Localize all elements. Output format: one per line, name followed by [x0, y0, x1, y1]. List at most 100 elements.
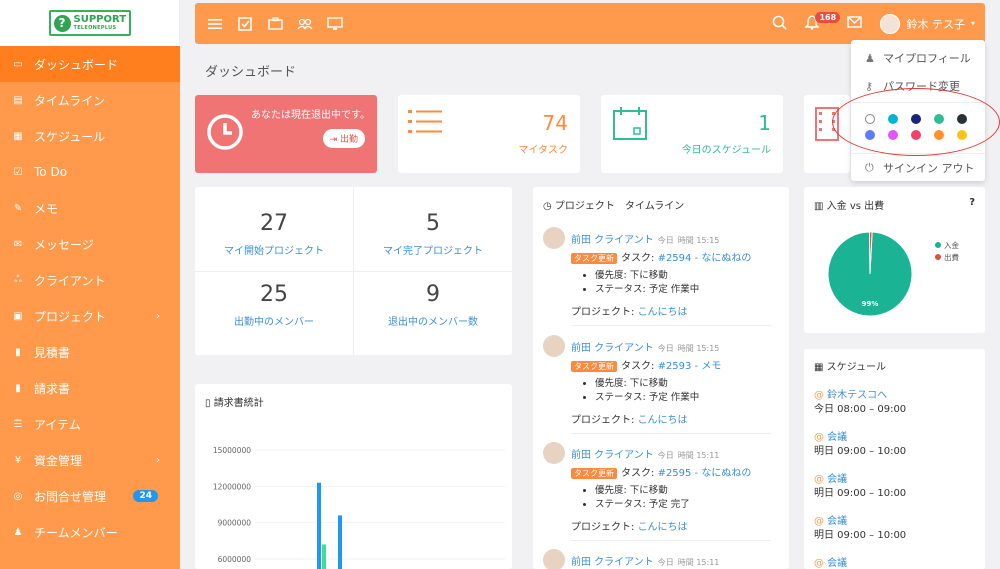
- checkbox-icon[interactable]: [235, 14, 255, 34]
- change-list: 優先度: 下に移動ステータス: 予定 作業中: [595, 269, 699, 297]
- envelope-icon: ✉: [13, 238, 23, 250]
- bar-chart-icon: ▥: [814, 201, 827, 212]
- yen-icon: ¥: [14, 454, 22, 466]
- status-change: ステータス: 予定 完了: [595, 498, 690, 512]
- my-tasks-card[interactable]: 74 マイタスク: [398, 95, 580, 173]
- project-prefix: プロジェクト:: [571, 415, 638, 426]
- schedule-item[interactable]: @ 会議: [814, 557, 847, 569]
- today-schedule-card[interactable]: 1 今日のスケジュール: [601, 95, 783, 173]
- sidebar-item-2[interactable]: ▦ スケジュール: [0, 118, 180, 154]
- power-icon: ⏻: [865, 161, 874, 174]
- timeline-task: タスク更新 タスク: #2594 - なにぬねの: [571, 249, 751, 264]
- pie-percent-label: 99%: [862, 300, 879, 308]
- users-icon: ஃ: [14, 274, 22, 285]
- project-prefix: プロジェクト:: [571, 307, 638, 318]
- sidebar: ? SUPPORT TELEONEPLUS ▭ ダッシュボード ▤ タイムライン ▦ スケ…: [0, 0, 180, 569]
- sidebar-item-5[interactable]: ✉ メッセージ: [0, 226, 180, 262]
- timeline-icon: ▤: [13, 94, 23, 106]
- user-menu[interactable]: 鈴木 テス子 ▾: [880, 13, 975, 34]
- search-icon[interactable]: [772, 15, 788, 33]
- list-icon: [408, 110, 442, 133]
- users-icon[interactable]: [295, 14, 315, 34]
- sidebar-item-13[interactable]: ♟ チームメンバー: [0, 514, 180, 550]
- sidebar-item-label: ダッシュボード: [34, 57, 119, 72]
- sidebar-item-label: チームメンバー: [34, 525, 118, 540]
- sidebar-item-label: タイムライン: [34, 93, 106, 108]
- task-link[interactable]: #2593 - メモ: [658, 361, 722, 372]
- avatar: [543, 549, 565, 569]
- today-schedule-label: 今日のスケジュール: [681, 145, 771, 156]
- project-link[interactable]: こんにちは: [638, 415, 688, 426]
- clock-in-button[interactable]: ⇥ 出勤: [322, 129, 365, 148]
- avatar: [880, 13, 901, 34]
- entry-day: 今日: [657, 344, 674, 353]
- project-link[interactable]: こんにちは: [638, 522, 688, 533]
- sidebar-item-label: To Do: [34, 165, 68, 179]
- schedule-item[interactable]: @ 会議 明日 09:00 – 10:00: [814, 473, 906, 501]
- task-link[interactable]: #2594 - なにぬねの: [658, 253, 752, 264]
- sidebar-item-9[interactable]: ▮ 請求書: [0, 370, 180, 406]
- y-tick-label: 15000000: [213, 446, 251, 455]
- sidebar-item-3[interactable]: ☑ To Do: [0, 154, 180, 190]
- at-sign: @: [814, 390, 824, 401]
- bar: [338, 515, 342, 569]
- sign-out-item[interactable]: ⏻ サインイン アウト: [865, 160, 975, 176]
- sign-out-label: サインイン アウト: [883, 162, 975, 175]
- income-expense-card: ▥ 入金 vs 出費 ? 99% 入金 出費: [804, 187, 985, 333]
- entry-time: 時間 15:11: [677, 451, 720, 460]
- at-sign: @: [814, 432, 824, 443]
- stat-label: マイ完了プロジェクト: [383, 246, 483, 257]
- sidebar-item-10[interactable]: ☰ アイテム: [0, 406, 180, 442]
- sidebar-item-7[interactable]: ▣ プロジェクト ›: [0, 298, 180, 334]
- status-change: ステータス: 予定 作業中: [595, 283, 699, 297]
- entry-day: 今日: [657, 236, 674, 245]
- sidebar-item-8[interactable]: ▮ 見積書: [0, 334, 180, 370]
- change-list: 優先度: 下に移動ステータス: 予定 完了: [595, 484, 690, 512]
- members-in[interactable]: 25 出勤中のメンバー: [195, 272, 353, 356]
- status-change: ステータス: 予定 作業中: [595, 391, 699, 405]
- completed-projects[interactable]: 5 マイ完了プロジェクト: [354, 187, 512, 271]
- sidebar-item-4[interactable]: ✎ メモ: [0, 190, 180, 226]
- my-profile-item[interactable]: ♟ マイプロフィール: [865, 50, 971, 66]
- sidebar-item-1[interactable]: ▤ タイムライン: [0, 82, 180, 118]
- started-projects[interactable]: 27 マイ開始プロジェクト: [195, 187, 353, 271]
- menu-icon[interactable]: [205, 14, 225, 34]
- timeline-author[interactable]: 前田 クライアント 今日 時間 15:11: [571, 553, 719, 568]
- monitor-icon[interactable]: [325, 14, 345, 34]
- project-link[interactable]: こんにちは: [638, 307, 688, 318]
- notification-button[interactable]: 168: [804, 11, 841, 33]
- author-name: 前田 クライアント: [571, 235, 654, 246]
- priority-change: 優先度: 下に移動: [595, 484, 690, 498]
- sidebar-item-6[interactable]: ஃ クライアント: [0, 262, 180, 298]
- y-tick-label: 12000000: [213, 482, 251, 491]
- timeline-author[interactable]: 前田 クライアント 今日 時間 15:15: [571, 231, 719, 246]
- income-expense-pie-chart: 99% 入金出費: [827, 231, 959, 317]
- logo-area: ? SUPPORT TELEONEPLUS: [0, 0, 180, 46]
- logo[interactable]: ? SUPPORT TELEONEPLUS: [48, 10, 131, 36]
- stat-value: 27: [260, 211, 288, 236]
- timeline-project: プロジェクト: こんにちは: [571, 411, 688, 426]
- sidebar-item-0[interactable]: ▭ ダッシュボード: [0, 46, 180, 82]
- schedule-item[interactable]: @ 会議 明日 09:00 – 10:00: [814, 515, 906, 543]
- sidebar-item-label: 請求書: [34, 381, 71, 396]
- help-icon[interactable]: ?: [969, 197, 975, 212]
- calendar-icon: [613, 107, 647, 140]
- briefcase-icon[interactable]: [265, 14, 285, 34]
- schedule-item[interactable]: @ 会議 明日 09:00 – 10:00: [814, 431, 906, 459]
- sidebar-item-11[interactable]: ¥ 資金管理 ›: [0, 442, 180, 478]
- highlight-annotation: [832, 88, 1000, 156]
- timeline-author[interactable]: 前田 クライアント 今日 時間 15:11: [571, 446, 719, 461]
- envelope-icon[interactable]: [847, 16, 863, 31]
- entry-day: 今日: [657, 558, 674, 567]
- event-title: 鈴木テスコへ: [824, 390, 888, 401]
- schedule-item[interactable]: @ 鈴木テスコへ 今日 08:00 – 09:00: [814, 389, 906, 417]
- clock-status-text: あなたは現在退出中です。: [251, 110, 370, 121]
- sidebar-item-label: 資金管理: [34, 453, 83, 468]
- avatar: [543, 442, 565, 464]
- members-out[interactable]: 9 退出中のメンバー数: [354, 272, 512, 356]
- priority-change: 優先度: 下に移動: [595, 269, 699, 283]
- task-link[interactable]: #2595 - なにぬねの: [658, 468, 752, 479]
- timeline-author[interactable]: 前田 クライアント 今日 時間 15:15: [571, 339, 719, 354]
- entry-day: 今日: [657, 451, 674, 460]
- sidebar-item-12[interactable]: ◎ お問合せ管理 24: [0, 478, 180, 514]
